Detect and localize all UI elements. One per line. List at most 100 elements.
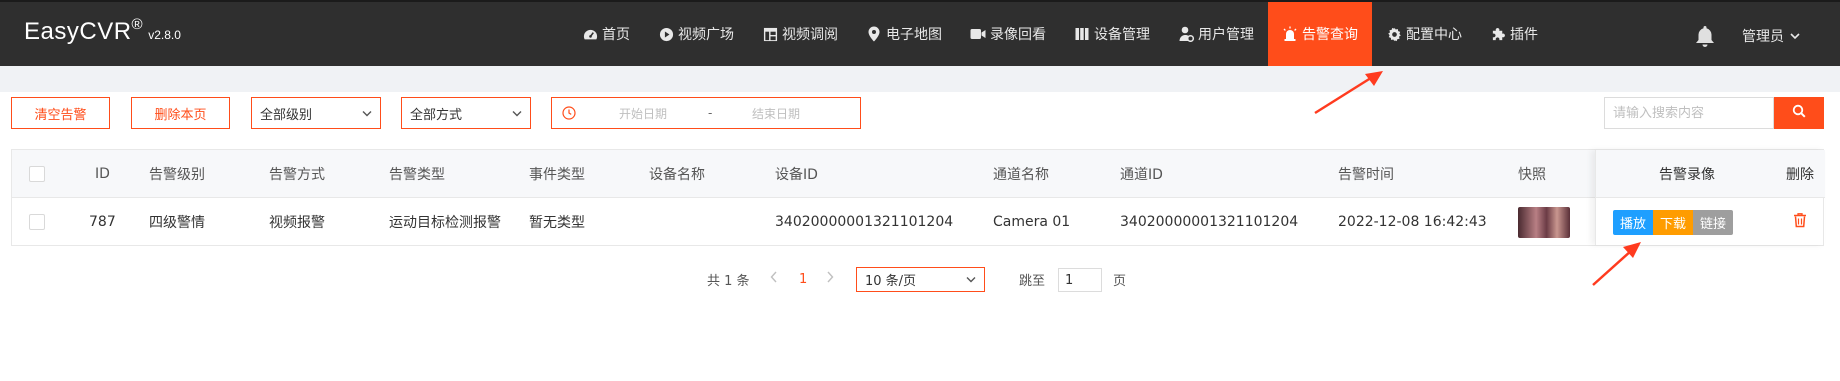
search-button[interactable] xyxy=(1774,97,1824,129)
chevron-left-icon xyxy=(770,271,778,287)
brand-registered-mark: ® xyxy=(131,16,143,33)
col-header-type: 告警类型 xyxy=(389,167,445,183)
col-header-device-id: 设备ID xyxy=(775,167,818,183)
end-date-input[interactable]: 结束日期 xyxy=(752,105,800,122)
nav-label: 视频调阅 xyxy=(782,27,838,43)
method-select[interactable]: 全部方式 xyxy=(401,97,531,129)
start-date-input[interactable]: 开始日期 xyxy=(619,105,667,122)
nav-item-config-center[interactable]: 配置中心 xyxy=(1372,2,1476,66)
columns-icon xyxy=(1074,26,1090,42)
cell-level: 四级警情 xyxy=(149,215,205,231)
nav-item-playback[interactable]: 录像回看 xyxy=(956,2,1060,66)
page-size-select[interactable]: 10 条/页 xyxy=(856,267,985,292)
clear-alarms-button[interactable]: 清空告警 xyxy=(11,97,110,129)
next-page-button[interactable] xyxy=(826,266,834,292)
col-header-channel-name: 通道名称 xyxy=(993,167,1049,183)
col-header-time: 告警时间 xyxy=(1338,167,1394,183)
checkbox-box xyxy=(29,214,45,230)
chevron-down-icon xyxy=(512,106,522,121)
nav-label: 配置中心 xyxy=(1406,27,1462,43)
level-select-value: 全部级别 xyxy=(260,107,313,123)
gear-icon xyxy=(1386,26,1402,42)
nav-item-home[interactable]: 首页 xyxy=(568,2,644,66)
top-navbar: EasyCVR® v2.8.0 首页 视频广场 视频调阅 电子地图 录像回看 设… xyxy=(0,0,1840,66)
checkbox-box xyxy=(29,166,45,182)
search-input[interactable] xyxy=(1604,97,1774,129)
date-separator: - xyxy=(708,106,713,120)
video-camera-icon xyxy=(970,26,986,42)
nav-item-user-management[interactable]: 用户管理 xyxy=(1164,2,1268,66)
nav-item-video-view[interactable]: 视频调阅 xyxy=(748,2,852,66)
nav-label: 视频广场 xyxy=(678,27,734,43)
nav-label: 用户管理 xyxy=(1198,27,1254,43)
cell-id: 787 xyxy=(89,214,116,230)
row-checkbox[interactable] xyxy=(29,198,45,246)
delete-row-button[interactable] xyxy=(1793,198,1807,246)
level-select[interactable]: 全部级别 xyxy=(251,97,381,129)
search-icon xyxy=(1792,104,1806,122)
chevron-right-icon xyxy=(826,271,834,287)
user-gear-icon xyxy=(1178,26,1194,42)
dashboard-icon xyxy=(582,26,598,42)
cell-channel-id: 34020000001321101204 xyxy=(1120,214,1299,230)
page-number-current[interactable]: 1 xyxy=(799,266,807,292)
page-size-value: 10 条/页 xyxy=(865,274,917,289)
trash-icon xyxy=(1793,212,1807,232)
brand-version: v2.8.0 xyxy=(148,28,181,42)
cell-time: 2022-12-08 16:42:43 xyxy=(1338,214,1487,230)
play-circle-icon xyxy=(658,26,674,42)
play-button[interactable]: 播放 xyxy=(1613,209,1654,235)
col-header-delete: 删除 xyxy=(1786,167,1814,183)
brand-name: EasyCVR xyxy=(24,18,132,45)
nav-item-device-management[interactable]: 设备管理 xyxy=(1060,2,1164,66)
cell-method: 视频报警 xyxy=(269,215,325,231)
snapshot-image xyxy=(1518,206,1570,238)
cell-device-id: 34020000001321101204 xyxy=(775,214,954,230)
map-pin-icon xyxy=(866,26,882,42)
col-header-method: 告警方式 xyxy=(269,167,325,183)
cell-channel-name: Camera 01 xyxy=(993,214,1071,230)
clock-icon xyxy=(562,106,576,120)
col-header-device-name: 设备名称 xyxy=(649,167,705,183)
snapshot-thumbnail[interactable] xyxy=(1518,198,1570,246)
date-range-picker[interactable]: 开始日期 - 结束日期 xyxy=(551,97,861,129)
prev-page-button[interactable] xyxy=(770,266,778,292)
nav-item-alarm-query[interactable]: 告警查询 xyxy=(1268,2,1372,66)
app-root: EasyCVR® v2.8.0 首页 视频广场 视频调阅 电子地图 录像回看 设… xyxy=(0,0,1840,381)
pagination-total: 共 1 条 xyxy=(707,273,750,289)
col-header-event: 事件类型 xyxy=(529,167,585,183)
alarm-table: ID 告警级别 告警方式 告警类型 事件类型 设备名称 设备ID 通道名称 通道… xyxy=(11,149,1825,246)
fixed-header: 告警录像 删除 xyxy=(1596,150,1825,198)
col-header-channel-id: 通道ID xyxy=(1120,167,1163,183)
nav-label: 电子地图 xyxy=(886,27,942,43)
nav-item-video-square[interactable]: 视频广场 xyxy=(644,2,748,66)
chevron-down-icon xyxy=(362,106,372,121)
grid-layout-icon xyxy=(762,26,778,42)
bell-icon[interactable] xyxy=(1694,24,1718,48)
fixed-action-columns: 告警录像 删除 播放 下载 链接 xyxy=(1595,150,1825,245)
jump-to-label: 跳至 xyxy=(1019,273,1046,289)
jump-page-input[interactable]: 1 xyxy=(1058,268,1102,292)
method-select-value: 全部方式 xyxy=(410,107,463,123)
nav-item-plugins[interactable]: 插件 xyxy=(1476,2,1552,66)
col-header-id: ID xyxy=(95,166,110,182)
brand-logo[interactable]: EasyCVR® v2.8.0 xyxy=(24,16,181,46)
col-header-level: 告警级别 xyxy=(149,167,205,183)
nav-label: 录像回看 xyxy=(990,27,1046,43)
nav-item-e-map[interactable]: 电子地图 xyxy=(852,2,956,66)
cell-type: 运动目标检测报警 xyxy=(389,215,501,231)
nav-label: 设备管理 xyxy=(1094,27,1150,43)
chevron-down-icon xyxy=(966,272,976,287)
cell-event: 暂无类型 xyxy=(529,215,585,231)
nav-label: 插件 xyxy=(1510,27,1538,43)
delete-page-button[interactable]: 删除本页 xyxy=(131,97,230,129)
user-name: 管理员 xyxy=(1742,29,1784,45)
nav-label: 告警查询 xyxy=(1302,27,1358,43)
download-button[interactable]: 下载 xyxy=(1653,209,1694,235)
select-all-checkbox[interactable] xyxy=(29,150,45,198)
page-unit-label: 页 xyxy=(1113,273,1127,289)
link-button[interactable]: 链接 xyxy=(1693,209,1734,235)
table-row[interactable]: 787 四级警情 视频报警 运动目标检测报警 暂无类型 340200000013… xyxy=(12,198,1823,246)
user-menu[interactable]: 管理员 xyxy=(1742,26,1800,46)
col-header-recording: 告警录像 xyxy=(1659,167,1715,183)
